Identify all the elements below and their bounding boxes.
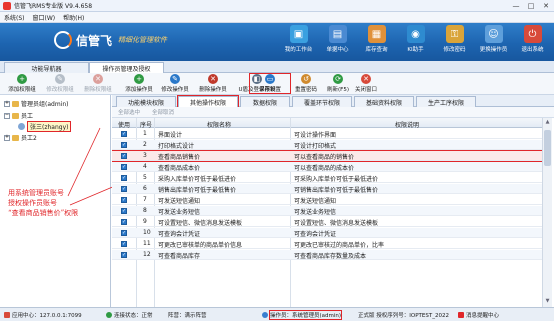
table-row[interactable]: ✓ 3 查看商品销售价 可以查看商品的销售价 — [112, 150, 542, 162]
permission-grid: 使用 序号 权限名称 权限说明 ✓ 1 界面设计 可设计操作界面 ✓ 2 打印格式设计 可设计… — [112, 118, 542, 307]
permission-description: 可发送业务短信 — [294, 209, 337, 216]
permission-name: 界面设计 — [158, 132, 183, 139]
selection-bar: 全部选中 全部取消 — [112, 107, 554, 118]
permission-description: 可查询会计凭证 — [294, 231, 337, 238]
subtab-stage-permissions[interactable]: 覆盖环节权限 — [292, 96, 352, 107]
permission-name: 查看商品销售价 — [158, 154, 201, 161]
col-permission-name[interactable]: 权限名称 — [207, 120, 231, 129]
permission-description: 可设计操作界面 — [294, 132, 337, 139]
table-row[interactable]: ✓ 6 销售出库单价可低于最低售价 可销售出库单价可低于最低售价 — [112, 184, 542, 194]
permission-checkbox[interactable]: ✓ — [121, 131, 127, 137]
table-row[interactable]: ✓ 9 可设置短信、微信消息发送模板 可设置短信、微信消息发送模板 — [112, 217, 542, 227]
row-number: 9 — [143, 218, 147, 225]
subtab-module-permissions[interactable]: 功能模块权限 — [116, 96, 176, 107]
table-row[interactable]: ✓ 8 可发送业务短信 可发送业务短信 — [112, 206, 542, 216]
scroll-down-icon[interactable]: ▼ — [544, 298, 551, 306]
table-row[interactable]: ✓ 5 采购入库单价可低于最低进价 可采购入库单价可低于最低进价 — [112, 173, 542, 183]
status-bar: 应用中心：127.0.0.1:7099 连接状态：正常 阵营：满示阵营 操作员：… — [0, 307, 554, 321]
permission-tabs: 功能模块权限 其他操作权限 数据权限 覆盖环节权限 基础资料权限 生产工序权限 — [112, 95, 554, 108]
table-row[interactable]: ✓ 2 打印格式设计 可设计打印格式 — [112, 140, 542, 150]
table-row[interactable]: ✓ 11 可更改已审核单的商品单价信息 可更改已审核过的商品单价，比率 — [112, 239, 542, 249]
row-number: 12 — [143, 251, 151, 258]
subtab-other-permissions[interactable]: 其他操作权限 — [177, 95, 239, 108]
permission-description: 可查看商品库存数量及成本 — [294, 253, 367, 260]
permission-checkbox[interactable]: ✓ — [121, 153, 127, 159]
table-row[interactable]: ✓ 1 界面设计 可设计操作界面 — [112, 129, 542, 139]
table-row[interactable]: ✓ 10 可查询会计凭证 可查询会计凭证 — [112, 228, 542, 238]
scroll-up-icon[interactable]: ▲ — [544, 119, 551, 127]
row-number: 3 — [143, 152, 147, 159]
row-number: 5 — [143, 174, 147, 181]
message-icon — [458, 312, 464, 318]
permission-checkbox[interactable]: ✓ — [121, 175, 127, 181]
subtab-production-permissions[interactable]: 生产工序权限 — [416, 96, 476, 107]
scroll-thumb[interactable] — [544, 130, 551, 166]
col-use[interactable]: 使用 — [118, 120, 130, 129]
permission-checkbox[interactable]: ✓ — [121, 164, 127, 170]
permission-checkbox[interactable]: ✓ — [121, 208, 127, 214]
col-number[interactable]: 序号 — [140, 120, 152, 129]
permission-checkbox[interactable]: ✓ — [121, 219, 127, 225]
permission-description: 可以查看商品的成本价 — [294, 165, 355, 172]
subtab-basic-data-permissions[interactable]: 基础资料权限 — [354, 96, 414, 107]
status-connection: 连接状态：正常 — [114, 313, 153, 319]
table-row[interactable]: ✓ 7 可发送短信通知 可发送短信通知 — [112, 195, 542, 205]
row-number: 1 — [143, 130, 147, 137]
permission-name: 打印格式设计 — [158, 143, 195, 150]
select-all-button[interactable]: 全部选中 — [118, 108, 140, 116]
app-center-icon — [4, 312, 10, 318]
permission-description: 可以查看商品的销售价 — [294, 154, 355, 161]
arrow-to-user — [67, 127, 101, 197]
permission-checkbox[interactable]: ✓ — [121, 186, 127, 192]
grid-header: 使用 序号 权限名称 权限说明 — [112, 118, 542, 129]
permission-name: 销售出库单价可低于最低售价 — [158, 187, 237, 194]
permission-name: 可查看商品库存 — [158, 253, 201, 260]
message-center-button[interactable]: 消息提醒中心 — [466, 311, 499, 319]
permission-description: 可设计打印格式 — [294, 143, 337, 150]
row-number: 10 — [143, 229, 151, 236]
status-app-center: 应用中心：127.0.0.1:7099 — [12, 313, 82, 319]
permission-checkbox[interactable]: ✓ — [121, 142, 127, 148]
col-permission-desc[interactable]: 权限说明 — [395, 120, 419, 129]
permission-checkbox[interactable]: ✓ — [121, 252, 127, 258]
permission-description: 可发送短信通知 — [294, 198, 337, 205]
grid-scrollbar[interactable]: ▲ ▼ — [542, 118, 552, 307]
permission-name: 采购入库单价可低于最低进价 — [158, 176, 237, 183]
connection-icon — [106, 312, 112, 318]
permission-name: 可设置短信、微信消息发送模板 — [158, 220, 243, 227]
permission-name: 可发送业务短信 — [158, 209, 201, 216]
table-row[interactable]: ✓ 12 可查看商品库存 可查看商品库存数量及成本 — [112, 250, 542, 260]
permission-description: 可销售出库单价可低于最低售价 — [294, 187, 379, 194]
permission-name: 可查询会计凭证 — [158, 231, 201, 238]
permission-description: 可更改已审核过的商品单价，比率 — [294, 242, 385, 249]
permission-checkbox[interactable]: ✓ — [121, 197, 127, 203]
permission-name: 查看商品成本价 — [158, 165, 201, 172]
status-mode: 阵营：满示阵营 — [168, 313, 207, 319]
table-row[interactable]: ✓ 4 查看商品成本价 可以查看商品的成本价 — [112, 162, 542, 172]
permission-name: 可更改已审核单的商品单价信息 — [158, 242, 243, 249]
subtab-data-permissions[interactable]: 数据权限 — [240, 96, 290, 107]
permission-checkbox[interactable]: ✓ — [121, 241, 127, 247]
permission-description: 可采购入库单价可低于最低进价 — [294, 176, 379, 183]
row-number: 4 — [143, 163, 147, 170]
row-number: 6 — [143, 185, 147, 192]
permission-name: 可发送短信通知 — [158, 198, 201, 205]
row-number: 7 — [143, 196, 147, 203]
row-number: 8 — [143, 207, 147, 214]
permission-checkbox[interactable]: ✓ — [121, 230, 127, 236]
row-number: 2 — [143, 141, 147, 148]
status-operator: 操作员：系统管理员(admin) — [268, 310, 343, 320]
permission-description: 可设置短信、微信消息发送模板 — [294, 220, 379, 227]
row-number: 11 — [143, 240, 151, 247]
deselect-all-button[interactable]: 全部取消 — [152, 108, 174, 116]
status-license: 正式版 授权序列号：IOPTEST_2022 — [358, 313, 449, 319]
operator-icon — [262, 312, 268, 318]
